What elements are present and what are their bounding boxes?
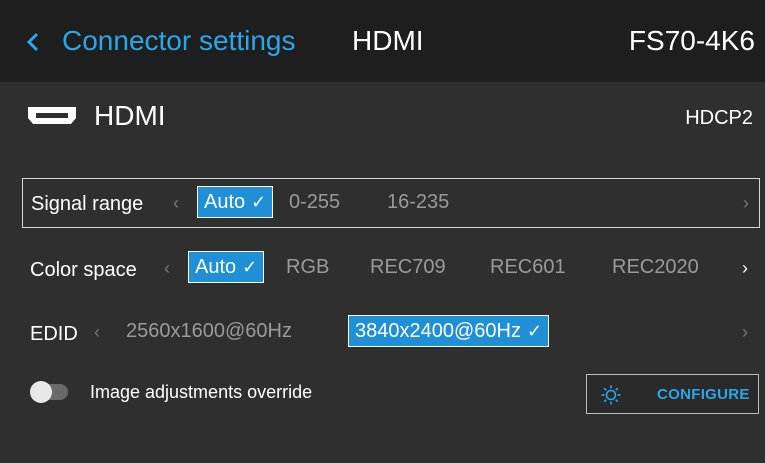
signal-range-option-16-235[interactable]: 16-235	[387, 189, 449, 215]
chevron-left-icon[interactable]: ‹	[173, 191, 179, 215]
signal-range-option-auto[interactable]: Auto ✓	[197, 186, 274, 218]
color-space-row[interactable]: Color space ‹ Auto ✓ RGB REC709 REC601 RE…	[22, 244, 760, 294]
chevron-left-icon[interactable]: ‹	[164, 256, 170, 280]
color-space-label: Color space	[30, 259, 137, 281]
chevron-right-icon[interactable]: ›	[743, 191, 749, 215]
hdmi-port-icon	[28, 107, 76, 125]
color-space-option-rec2020[interactable]: REC2020	[612, 254, 699, 280]
back-link-connector-settings[interactable]: Connector settings	[62, 22, 295, 60]
image-adjustments-toggle[interactable]	[30, 381, 68, 403]
check-icon: ✓	[526, 321, 543, 341]
device-name: FS70-4K6	[628, 25, 755, 56]
check-icon: ✓	[242, 257, 258, 277]
color-space-option-rgb[interactable]: RGB	[286, 254, 329, 280]
page-title: HDMI	[352, 25, 424, 56]
edid-option-3840x2400[interactable]: 3840x2400@60Hz ✓	[348, 315, 550, 347]
color-space-option-rec709[interactable]: REC709	[370, 254, 446, 280]
edid-label: EDID	[30, 323, 78, 345]
color-space-option-rec601[interactable]: REC601	[490, 254, 566, 280]
connector-name: HDMI	[94, 100, 166, 131]
configure-label: CONFIGURE	[657, 386, 750, 403]
sun-settings-icon	[601, 385, 621, 405]
image-adjustments-label: Image adjustments override	[90, 382, 313, 402]
edid-row[interactable]: EDID ‹ 2560x1600@60Hz 3840x2400@60Hz ✓ ›	[22, 306, 760, 356]
color-space-option-auto[interactable]: Auto ✓	[188, 251, 265, 283]
chevron-right-icon[interactable]: ›	[742, 256, 748, 280]
chevron-right-icon[interactable]: ›	[742, 320, 748, 344]
check-icon: ✓	[251, 192, 267, 212]
toggle-knob	[30, 381, 52, 403]
signal-range-label: Signal range	[31, 193, 144, 215]
signal-range-option-0-255[interactable]: 0-255	[289, 189, 340, 215]
chevron-left-icon[interactable]: ‹	[94, 320, 100, 344]
chevron-left-icon[interactable]	[26, 24, 48, 58]
signal-range-row[interactable]: Signal range ‹ Auto ✓ 0-255 16-235 ›	[22, 178, 760, 228]
edid-option-2560x1600[interactable]: 2560x1600@60Hz	[126, 318, 292, 344]
configure-button[interactable]: CONFIGURE	[586, 374, 759, 414]
hdcp-badge: HDCP2	[685, 107, 753, 129]
